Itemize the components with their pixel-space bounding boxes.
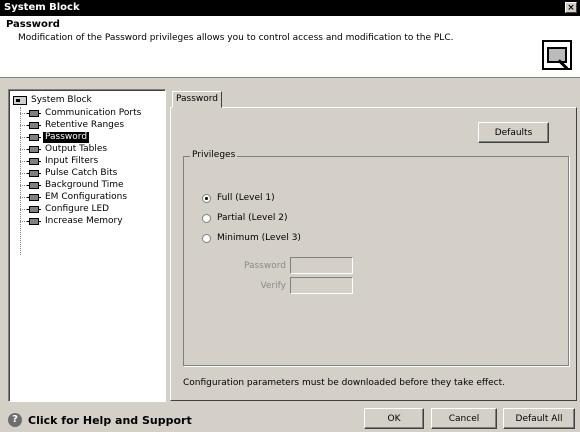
page-description: Modification of the Password privileges …: [18, 33, 454, 43]
radio-button[interactable]: [202, 213, 211, 223]
help-text: Click for Help and Support: [28, 413, 192, 427]
tree-item-retentive-ranges[interactable]: Retentive Ranges: [20, 119, 126, 131]
module-icon: [27, 205, 41, 213]
radio-label: Minimum (Level 3): [217, 233, 301, 243]
tree-item-communication-ports[interactable]: Communication Ports: [20, 107, 143, 119]
radio-full[interactable]: Full (Level 1): [202, 193, 275, 203]
tree-item-label: Pulse Catch Bits: [45, 167, 118, 178]
tree-item-output-tables[interactable]: Output Tables: [20, 143, 109, 155]
password-field[interactable]: [290, 257, 353, 274]
tree-item-configure-led[interactable]: Configure LED: [20, 203, 111, 215]
cancel-button[interactable]: Cancel: [431, 408, 497, 429]
tree-item-label: Output Tables: [45, 143, 108, 154]
tree-item-label: Retentive Ranges: [45, 119, 125, 130]
help-link[interactable]: ? Click for Help and Support: [8, 413, 192, 427]
verify-field[interactable]: [290, 277, 353, 294]
page-title: Password: [6, 19, 60, 30]
module-icon: [27, 133, 41, 141]
password-panel: Defaults Privileges Full (Level 1) Parti…: [170, 107, 577, 401]
tree-item-password[interactable]: Password: [20, 131, 90, 143]
module-icon: [27, 109, 41, 117]
tree-item-increase-memory[interactable]: Increase Memory: [20, 215, 125, 227]
module-icon: [27, 157, 41, 165]
defaults-button[interactable]: Defaults: [478, 122, 549, 143]
radio-minimum[interactable]: Minimum (Level 3): [202, 233, 301, 243]
tree-item-label: Background Time: [45, 179, 124, 190]
system-block-tree: System Block Communication Ports Retenti…: [8, 89, 166, 402]
tree-item-em-configurations[interactable]: EM Configurations: [20, 191, 129, 203]
verify-label: Verify: [260, 281, 286, 291]
header-panel: Password Modification of the Password pr…: [0, 16, 580, 78]
plc-password-icon: [542, 40, 572, 70]
tree-root[interactable]: System Block: [13, 95, 92, 105]
config-note: Configuration parameters must be downloa…: [183, 378, 505, 388]
module-icon: [27, 181, 41, 189]
tree-item-background-time[interactable]: Background Time: [20, 179, 126, 191]
tree-root-label: System Block: [31, 95, 92, 105]
tree-item-label: Increase Memory: [45, 215, 123, 226]
radio-label: Full (Level 1): [217, 193, 275, 203]
tree-item-input-filters[interactable]: Input Filters: [20, 155, 100, 167]
radio-button[interactable]: [202, 233, 211, 243]
radio-button[interactable]: [202, 193, 211, 203]
tree-item-label: Communication Ports: [45, 107, 142, 118]
ok-button[interactable]: OK: [364, 408, 424, 429]
password-label: Password: [243, 261, 286, 271]
window-title: System Block: [4, 2, 80, 13]
title-bar: System Block ×: [0, 0, 580, 16]
tree-item-label: Input Filters: [45, 155, 99, 166]
default-all-button[interactable]: Default All: [503, 408, 575, 429]
help-icon: ?: [8, 413, 22, 427]
tree-item-label: EM Configurations: [45, 191, 128, 202]
tree-item-label: Password: [43, 131, 90, 143]
module-icon: [27, 193, 41, 201]
radio-label: Partial (Level 2): [217, 213, 288, 223]
module-icon: [27, 217, 41, 225]
module-icon: [27, 145, 41, 153]
privileges-title: Privileges: [190, 150, 238, 160]
close-icon[interactable]: ×: [565, 2, 577, 13]
privileges-group: Privileges Full (Level 1) Partial (Level…: [183, 150, 569, 366]
tree-item-pulse-catch-bits[interactable]: Pulse Catch Bits: [20, 167, 119, 179]
module-icon: [27, 169, 41, 177]
module-icon: [27, 121, 41, 129]
tree-item-label: Configure LED: [45, 203, 110, 214]
tab-password[interactable]: Password: [172, 91, 222, 108]
radio-partial[interactable]: Partial (Level 2): [202, 213, 288, 223]
system-block-icon: [13, 95, 27, 105]
